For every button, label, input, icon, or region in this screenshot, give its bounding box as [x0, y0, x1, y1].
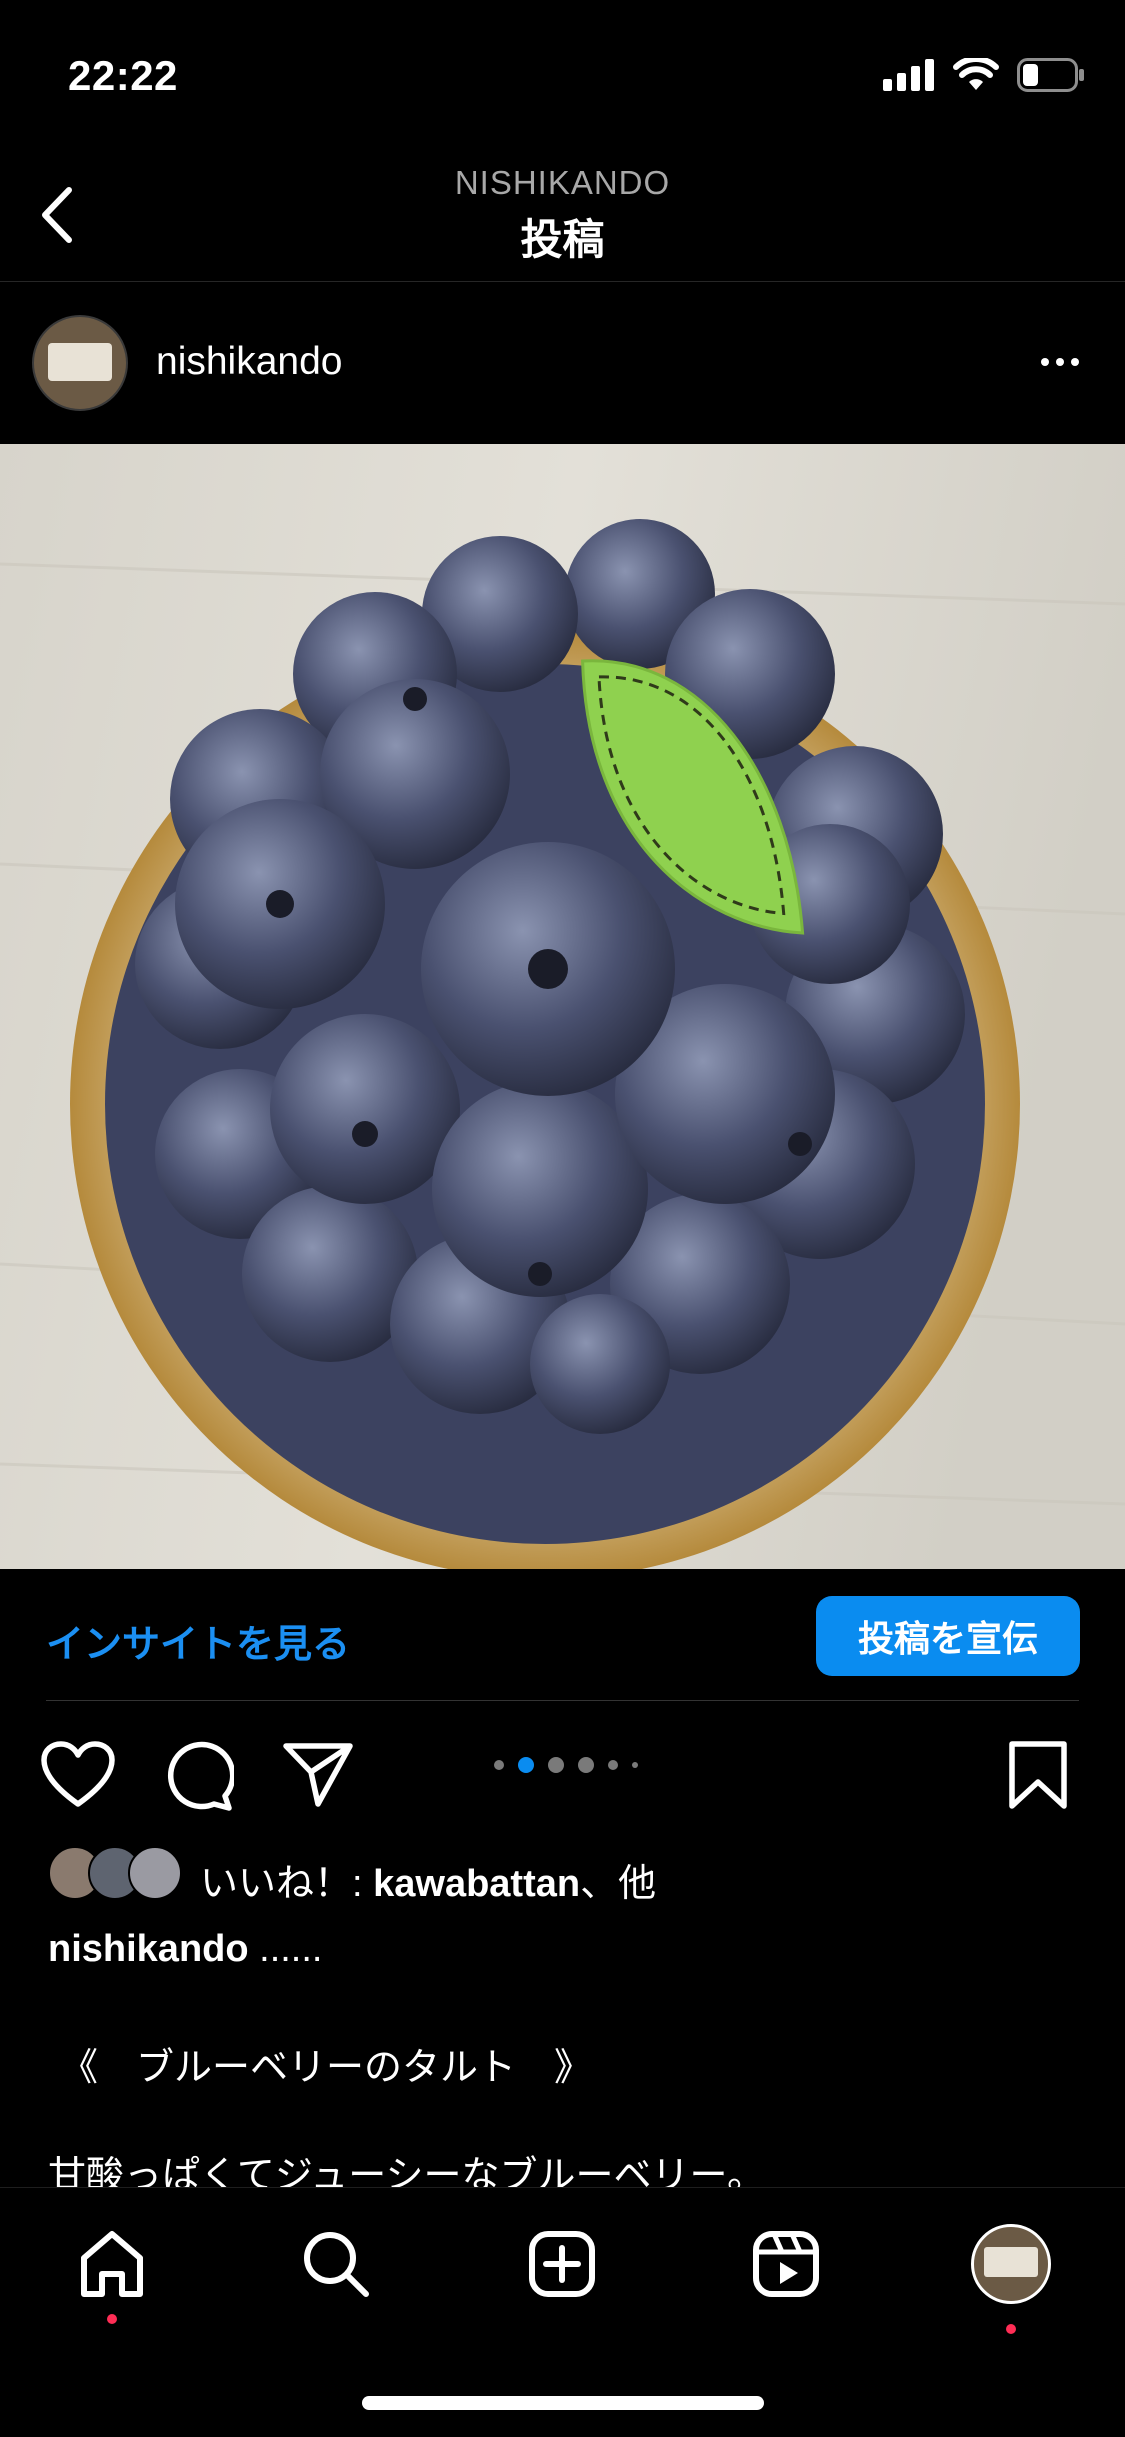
likes-suffix: 、他: [580, 1863, 657, 1905]
actions-divider: [46, 1700, 1079, 1701]
liker-avatar: [128, 1846, 182, 1900]
author-avatar[interactable]: [32, 315, 128, 411]
signal-icon: [883, 59, 934, 91]
blueberry-tart-image: [0, 444, 1125, 1569]
author-username[interactable]: nishikando: [156, 340, 342, 384]
liker-username[interactable]: kawabattan: [373, 1863, 580, 1905]
caption[interactable]: nishikando ......: [48, 1928, 322, 1971]
save-button[interactable]: [1006, 1740, 1070, 1812]
nav-search[interactable]: [296, 2224, 376, 2304]
nav-new-post[interactable]: [522, 2224, 602, 2304]
post-photo[interactable]: [0, 444, 1125, 1569]
caption-more[interactable]: ......: [249, 1928, 322, 1970]
caption-username[interactable]: nishikando: [48, 1928, 249, 1970]
carousel-dot: [608, 1760, 618, 1770]
promote-post-button[interactable]: 投稿を宣伝: [816, 1596, 1080, 1676]
share-button[interactable]: [282, 1740, 354, 1808]
likes-prefix: いいね！:: [200, 1863, 374, 1905]
status-time: 22:22: [68, 52, 178, 99]
caption-title: 《 ブルーベリーのタルト 》: [60, 2047, 593, 2089]
like-button[interactable]: [40, 1740, 116, 1810]
view-insights-link[interactable]: インサイトを見る: [46, 1613, 350, 1668]
more-options-button[interactable]: [1030, 342, 1090, 382]
carousel-dot: [632, 1762, 638, 1768]
account-name-header: NISHIKANDO: [454, 164, 671, 201]
heart-icon: [41, 1741, 115, 1807]
more-dot: [1071, 358, 1079, 366]
nav-reels[interactable]: [746, 2224, 826, 2304]
reels-icon: [753, 2231, 819, 2297]
bookmark-icon: [1009, 1741, 1067, 1809]
paper-plane-icon: [283, 1743, 353, 1807]
status-icons: [883, 58, 1085, 92]
comment-icon: [168, 1741, 236, 1811]
home-indicator: [362, 2396, 764, 2410]
carousel-indicator: [494, 1757, 638, 1773]
battery-icon: [1017, 58, 1084, 92]
comment-button[interactable]: [162, 1740, 236, 1812]
nav-profile[interactable]: [971, 2224, 1051, 2334]
wifi-icon: [953, 58, 999, 90]
page-title: 投稿: [520, 216, 605, 263]
notification-dot: [107, 2314, 117, 2324]
more-dot: [1056, 358, 1064, 366]
more-dot: [1041, 358, 1049, 366]
likes-summary[interactable]: いいね！: kawabattan、他: [200, 1852, 656, 1907]
home-icon: [81, 2231, 143, 2297]
header-divider: [0, 281, 1125, 282]
new-post-icon: [529, 2231, 595, 2297]
carousel-dot-active: [518, 1757, 534, 1773]
profile-avatar: [971, 2224, 1051, 2304]
liker-avatars[interactable]: [48, 1846, 182, 1900]
search-icon: [304, 2232, 369, 2297]
carousel-dot: [494, 1760, 504, 1770]
notification-dot: [1006, 2324, 1016, 2334]
nav-home[interactable]: [72, 2224, 152, 2324]
carousel-dot: [548, 1757, 564, 1773]
carousel-dot: [578, 1757, 594, 1773]
